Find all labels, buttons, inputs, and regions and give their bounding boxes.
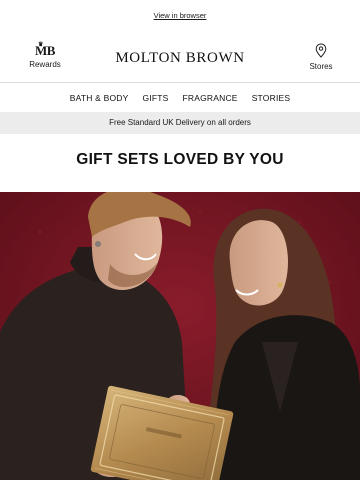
header-divider xyxy=(0,82,360,83)
nav-item-bath-body[interactable]: BATH & BODY xyxy=(70,93,129,103)
view-in-browser-link[interactable]: View in browser xyxy=(154,11,207,20)
location-pin-icon xyxy=(315,43,327,58)
main-nav: BATH & BODY GIFTS FRAGRANCE STORIES xyxy=(0,93,360,103)
stores-label: Stores xyxy=(309,62,333,71)
nav-item-gifts[interactable]: GIFTS xyxy=(142,93,168,103)
page-headline: GIFT SETS LOVED BY YOU xyxy=(76,151,284,168)
view-in-browser-bar: View in browser xyxy=(0,11,360,20)
header: ♛ MB Rewards MOLTON BROWN Stores xyxy=(0,40,360,76)
delivery-banner[interactable]: Free Standard UK Delivery on all orders xyxy=(0,112,360,134)
nav-item-fragrance[interactable]: FRAGRANCE xyxy=(183,93,238,103)
stores-link[interactable]: Stores xyxy=(306,43,336,71)
hero-image[interactable] xyxy=(0,192,360,480)
hero-photo xyxy=(0,192,360,480)
nav-item-stories[interactable]: STORIES xyxy=(252,93,291,103)
